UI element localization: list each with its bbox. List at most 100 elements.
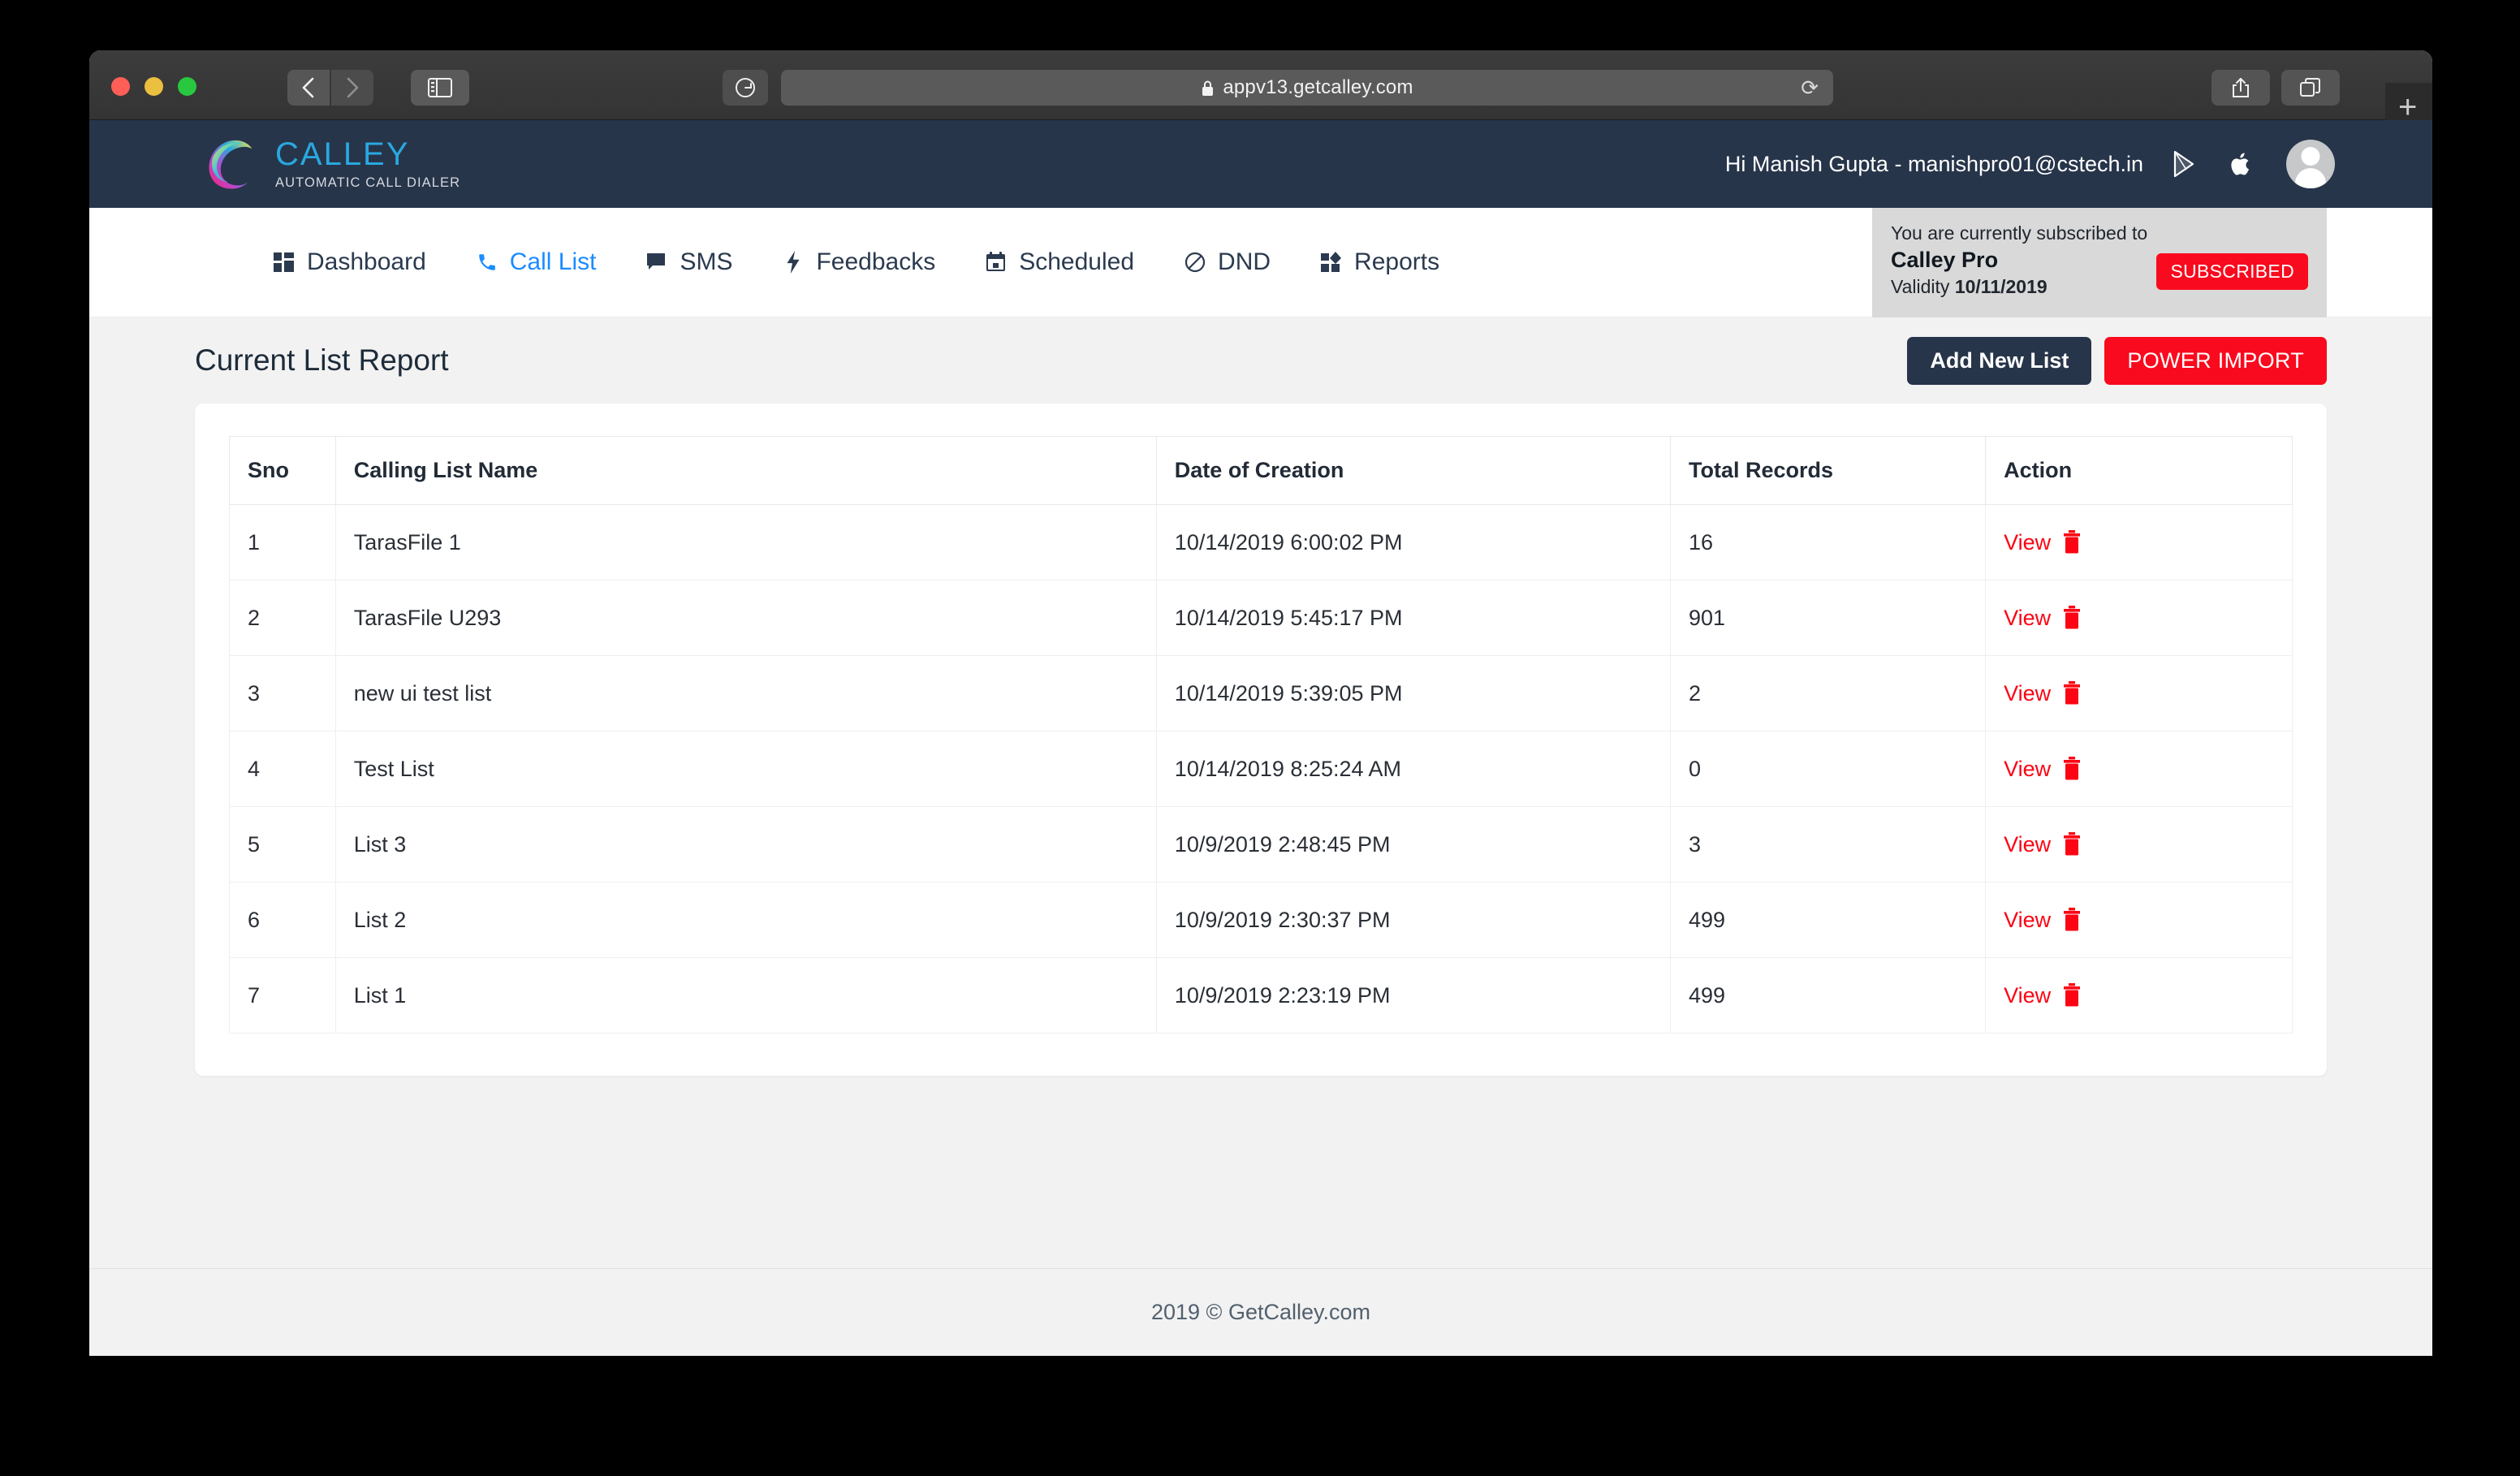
cell-action: View [1986,883,2293,958]
url-text: appv13.getcalley.com [1223,76,1413,99]
share-icon [2230,76,2251,99]
row-actions: View [2004,983,2274,1008]
bolt-icon [781,250,805,274]
tab-overview-button[interactable] [2281,70,2340,106]
trash-icon[interactable] [2062,908,2082,932]
window-traffic-lights [111,77,196,96]
site-logo[interactable]: CALLEY AUTOMATIC CALL DIALER [199,132,460,196]
reader-view-icon [735,77,756,98]
trash-icon[interactable] [2062,832,2082,857]
logo-title: CALLEY [275,138,460,170]
trash-icon[interactable] [2062,530,2082,555]
nav-item-dnd[interactable]: DND [1183,248,1271,276]
row-actions: View [2004,681,2274,706]
cell-sno: 6 [230,883,336,958]
cell-action: View [1986,807,2293,883]
content-header: Current List Report Add New List POWER I… [195,317,2327,404]
cell-date: 10/14/2019 5:45:17 PM [1156,580,1670,656]
google-play-button[interactable] [2168,146,2200,182]
view-link[interactable]: View [2004,530,2051,555]
block-icon [1183,250,1207,274]
browser-window: appv13.getcalley.com ⟳ + [89,50,2432,1356]
subscription-banner: You are currently subscribed to Calley P… [1872,208,2327,317]
view-link[interactable]: View [2004,983,2051,1008]
cell-records: 499 [1671,958,1986,1034]
maximize-window-button[interactable] [178,77,196,96]
cell-action: View [1986,732,2293,807]
cell-name: TarasFile 1 [335,505,1156,580]
reader-view-button[interactable] [723,70,768,106]
nav-label-sms: SMS [680,248,732,276]
back-button[interactable] [287,70,330,106]
nav-label-reports: Reports [1354,248,1439,276]
trash-icon[interactable] [2062,681,2082,706]
nav-label-dashboard: Dashboard [307,248,426,276]
current-list-table: Sno Calling List Name Date of Creation T… [229,436,2293,1034]
nav-item-dashboard[interactable]: Dashboard [272,248,426,276]
nav-label-dnd: DND [1218,248,1271,276]
view-link[interactable]: View [2004,681,2051,706]
cell-name: new ui test list [335,656,1156,732]
table-row: 6List 210/9/2019 2:30:37 PM499View [230,883,2293,958]
table-row: 7List 110/9/2019 2:23:19 PM499View [230,958,2293,1034]
tab-overview-icon [2299,77,2322,98]
add-new-list-button[interactable]: Add New List [1907,337,2091,385]
sidebar-toggle-button[interactable] [411,70,469,106]
lock-icon [1201,80,1215,97]
chevron-right-icon [345,76,360,99]
subscription-intro: You are currently subscribed to [1891,222,2147,244]
page-body: CALLEY AUTOMATIC CALL DIALER Hi Manish G… [89,120,2432,1356]
validity-label: Validity [1891,276,1949,297]
table-row: 3new ui test list10/14/2019 5:39:05 PM2V… [230,656,2293,732]
reload-icon[interactable]: ⟳ [1801,77,1819,98]
nav-item-reports[interactable]: Reports [1319,248,1439,276]
table-row: 1TarasFile 110/14/2019 6:00:02 PM16View [230,505,2293,580]
cell-name: List 3 [335,807,1156,883]
cell-date: 10/14/2019 6:00:02 PM [1156,505,1670,580]
cell-date: 10/14/2019 8:25:24 AM [1156,732,1670,807]
row-actions: View [2004,606,2274,631]
app-store-button[interactable] [2224,146,2257,182]
grid-icon [272,250,296,274]
view-link[interactable]: View [2004,757,2051,782]
calley-logo-icon [199,132,262,196]
view-link[interactable]: View [2004,606,2051,631]
subscription-validity: Validity 10/11/2019 [1891,276,2147,298]
column-header-action: Action [1986,437,2293,505]
cell-action: View [1986,656,2293,732]
nav-item-scheduled[interactable]: Scheduled [984,248,1134,276]
nav-item-sms[interactable]: SMS [645,248,732,276]
nav-item-feedbacks[interactable]: Feedbacks [781,248,935,276]
column-header-name: Calling List Name [335,437,1156,505]
nav-label-scheduled: Scheduled [1019,248,1134,276]
main-content: Current List Report Add New List POWER I… [89,317,2432,1076]
cell-name: TarasFile U293 [335,580,1156,656]
avatar[interactable] [2286,140,2335,188]
view-link[interactable]: View [2004,908,2051,933]
nav-item-call-list[interactable]: Call List [475,248,597,276]
browser-toolbar: appv13.getcalley.com ⟳ + [89,50,2432,120]
trash-icon[interactable] [2062,606,2082,630]
table-header-row: Sno Calling List Name Date of Creation T… [230,437,2293,505]
calendar-icon [984,250,1008,274]
close-window-button[interactable] [111,77,130,96]
cell-date: 10/9/2019 2:48:45 PM [1156,807,1670,883]
power-import-button[interactable]: POWER IMPORT [2104,337,2327,385]
view-link[interactable]: View [2004,832,2051,857]
cell-action: View [1986,505,2293,580]
logo-text: CALLEY AUTOMATIC CALL DIALER [275,138,460,190]
chevron-left-icon [301,76,316,99]
trash-icon[interactable] [2062,983,2082,1008]
footer-text: 2019 © GetCalley.com [1151,1300,1370,1325]
minimize-window-button[interactable] [145,77,163,96]
trash-icon[interactable] [2062,757,2082,781]
cell-name: List 1 [335,958,1156,1034]
cell-date: 10/9/2019 2:30:37 PM [1156,883,1670,958]
forward-button[interactable] [331,70,373,106]
share-button[interactable] [2211,70,2270,106]
cell-records: 901 [1671,580,1986,656]
address-bar[interactable]: appv13.getcalley.com ⟳ [781,70,1833,106]
column-header-date: Date of Creation [1156,437,1670,505]
cell-name: List 2 [335,883,1156,958]
cell-records: 2 [1671,656,1986,732]
